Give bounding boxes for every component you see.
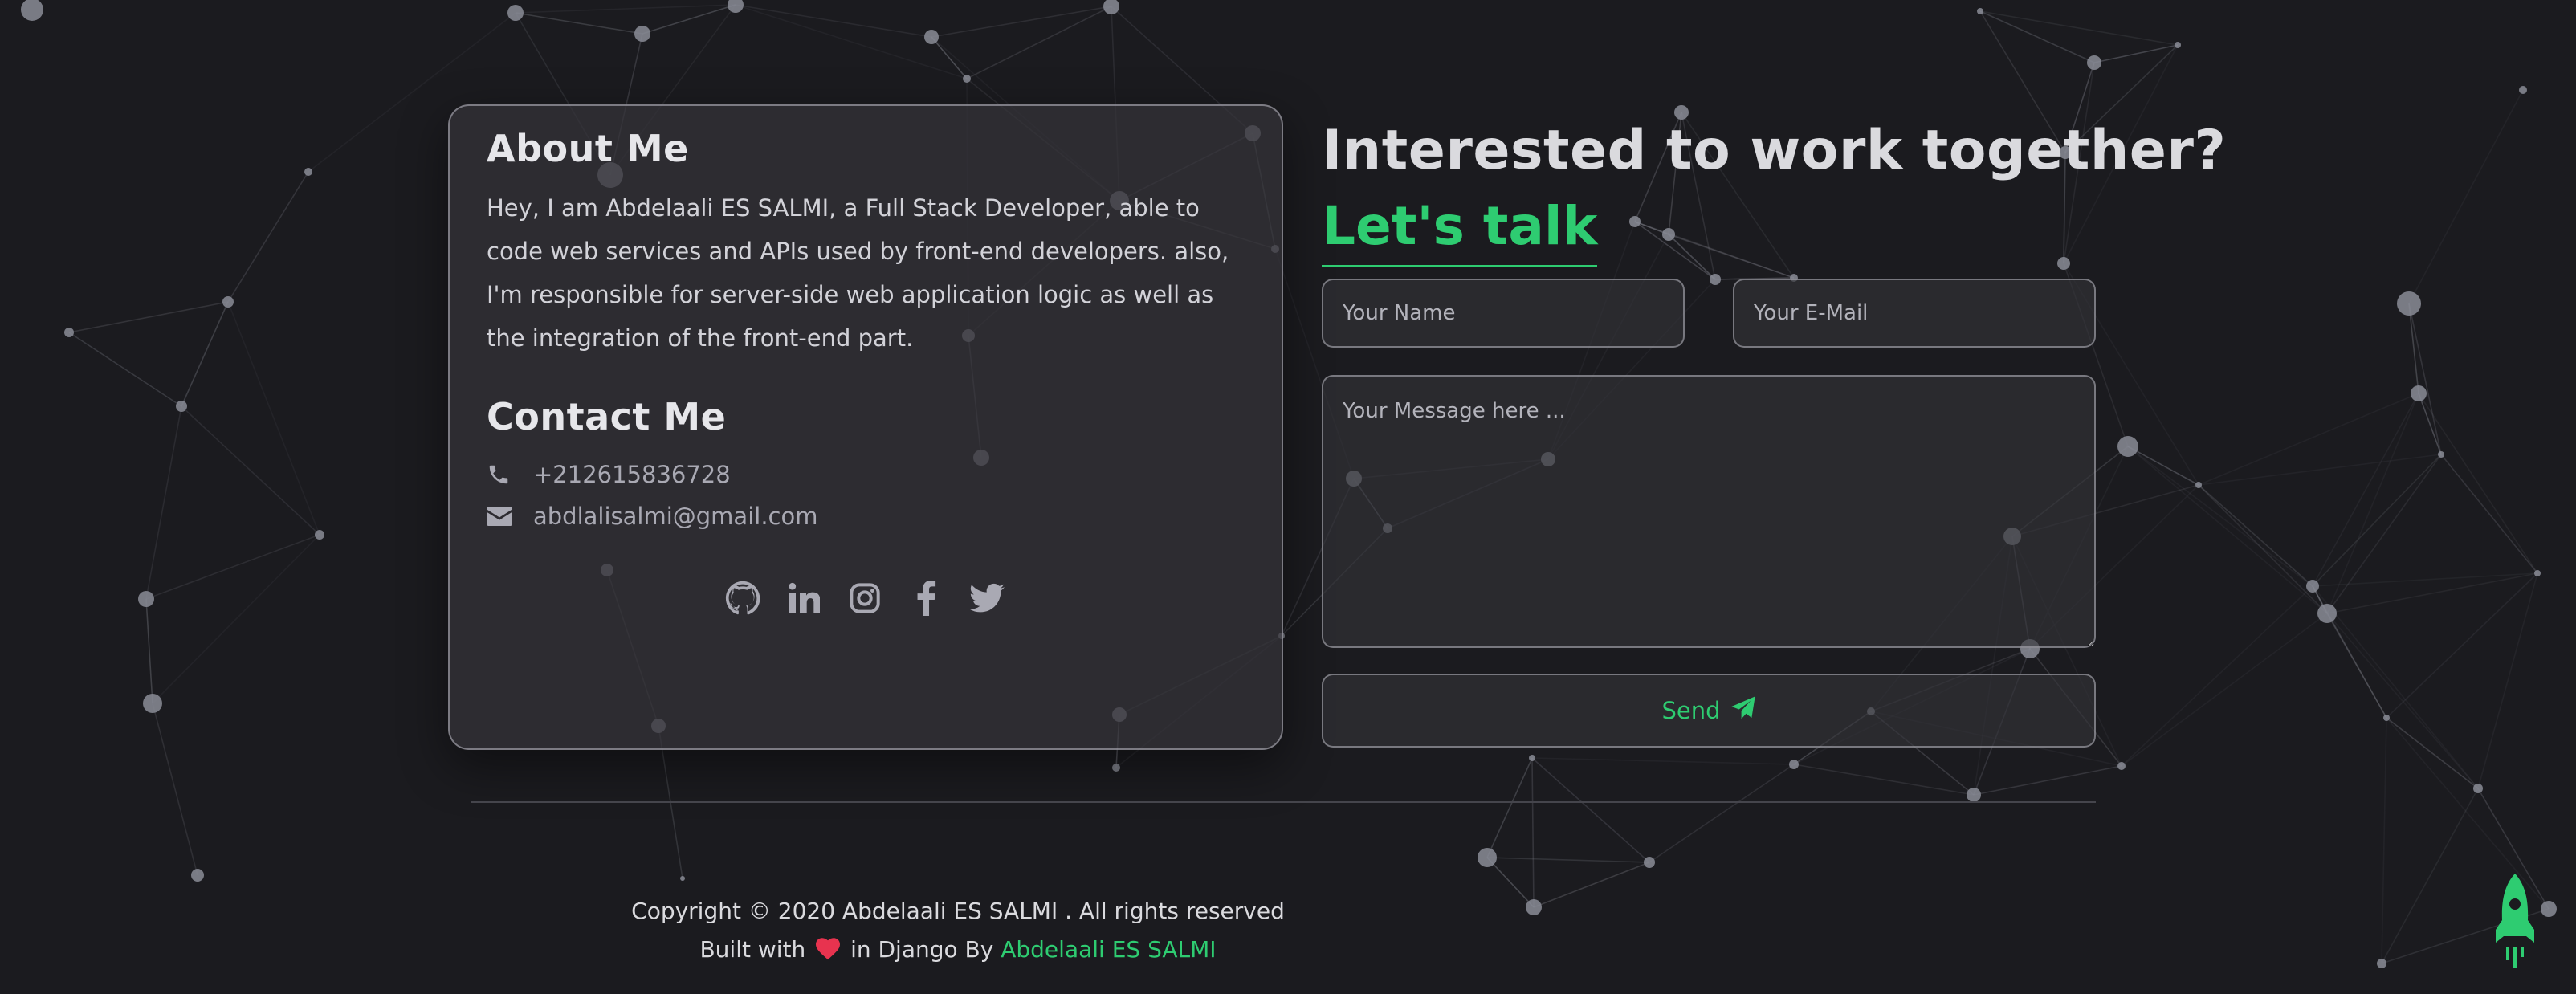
email-link[interactable]: abdlalisalmi@gmail.com <box>533 503 817 530</box>
contact-form: Interested to work together? Let's talk … <box>1322 104 2227 748</box>
send-button[interactable]: Send <box>1322 674 2096 748</box>
paper-plane-icon <box>1730 695 1756 727</box>
about-text: Hey, I am Abdelaali ES SALMI, a Full Sta… <box>487 194 1229 352</box>
send-label: Send <box>1661 697 1721 724</box>
social-links <box>724 580 1005 617</box>
built-with-line: Built with in Django By Abdelaali ES SAL… <box>0 936 1916 966</box>
form-title: Interested to work together? <box>1322 119 2227 182</box>
linkedin-icon[interactable] <box>785 580 822 617</box>
name-email-row <box>1322 279 2096 348</box>
author-link[interactable]: Abdelaali ES SALMI <box>1001 936 1216 963</box>
about-heading: About Me <box>487 127 689 170</box>
name-input[interactable] <box>1322 279 1685 348</box>
phone-icon <box>487 462 533 487</box>
contact-heading: Contact Me <box>487 395 727 438</box>
form-subtitle: Let's talk <box>1322 193 1598 267</box>
built-middle: in Django By <box>850 936 994 963</box>
phone-link[interactable]: +212615836728 <box>533 461 731 488</box>
footer-divider <box>471 801 2096 803</box>
about-card: About Me Hey, I am Abdelaali ES SALMI, a… <box>448 104 1283 750</box>
heart-icon <box>816 938 841 966</box>
rocket-icon[interactable] <box>2492 874 2537 970</box>
instagram-icon[interactable] <box>846 580 883 617</box>
phone-row: +212615836728 <box>487 461 1245 488</box>
github-icon[interactable] <box>724 580 761 617</box>
copyright-text: Copyright © 2020 Abdelaali ES SALMI . Al… <box>631 898 1285 924</box>
facebook-icon[interactable] <box>907 580 944 617</box>
built-prefix: Built with <box>699 936 806 963</box>
email-row: abdlalisalmi@gmail.com <box>487 503 1245 530</box>
twitter-icon[interactable] <box>968 580 1005 617</box>
email-input[interactable] <box>1733 279 2096 348</box>
message-textarea[interactable] <box>1322 375 2096 648</box>
envelope-icon <box>487 503 533 529</box>
